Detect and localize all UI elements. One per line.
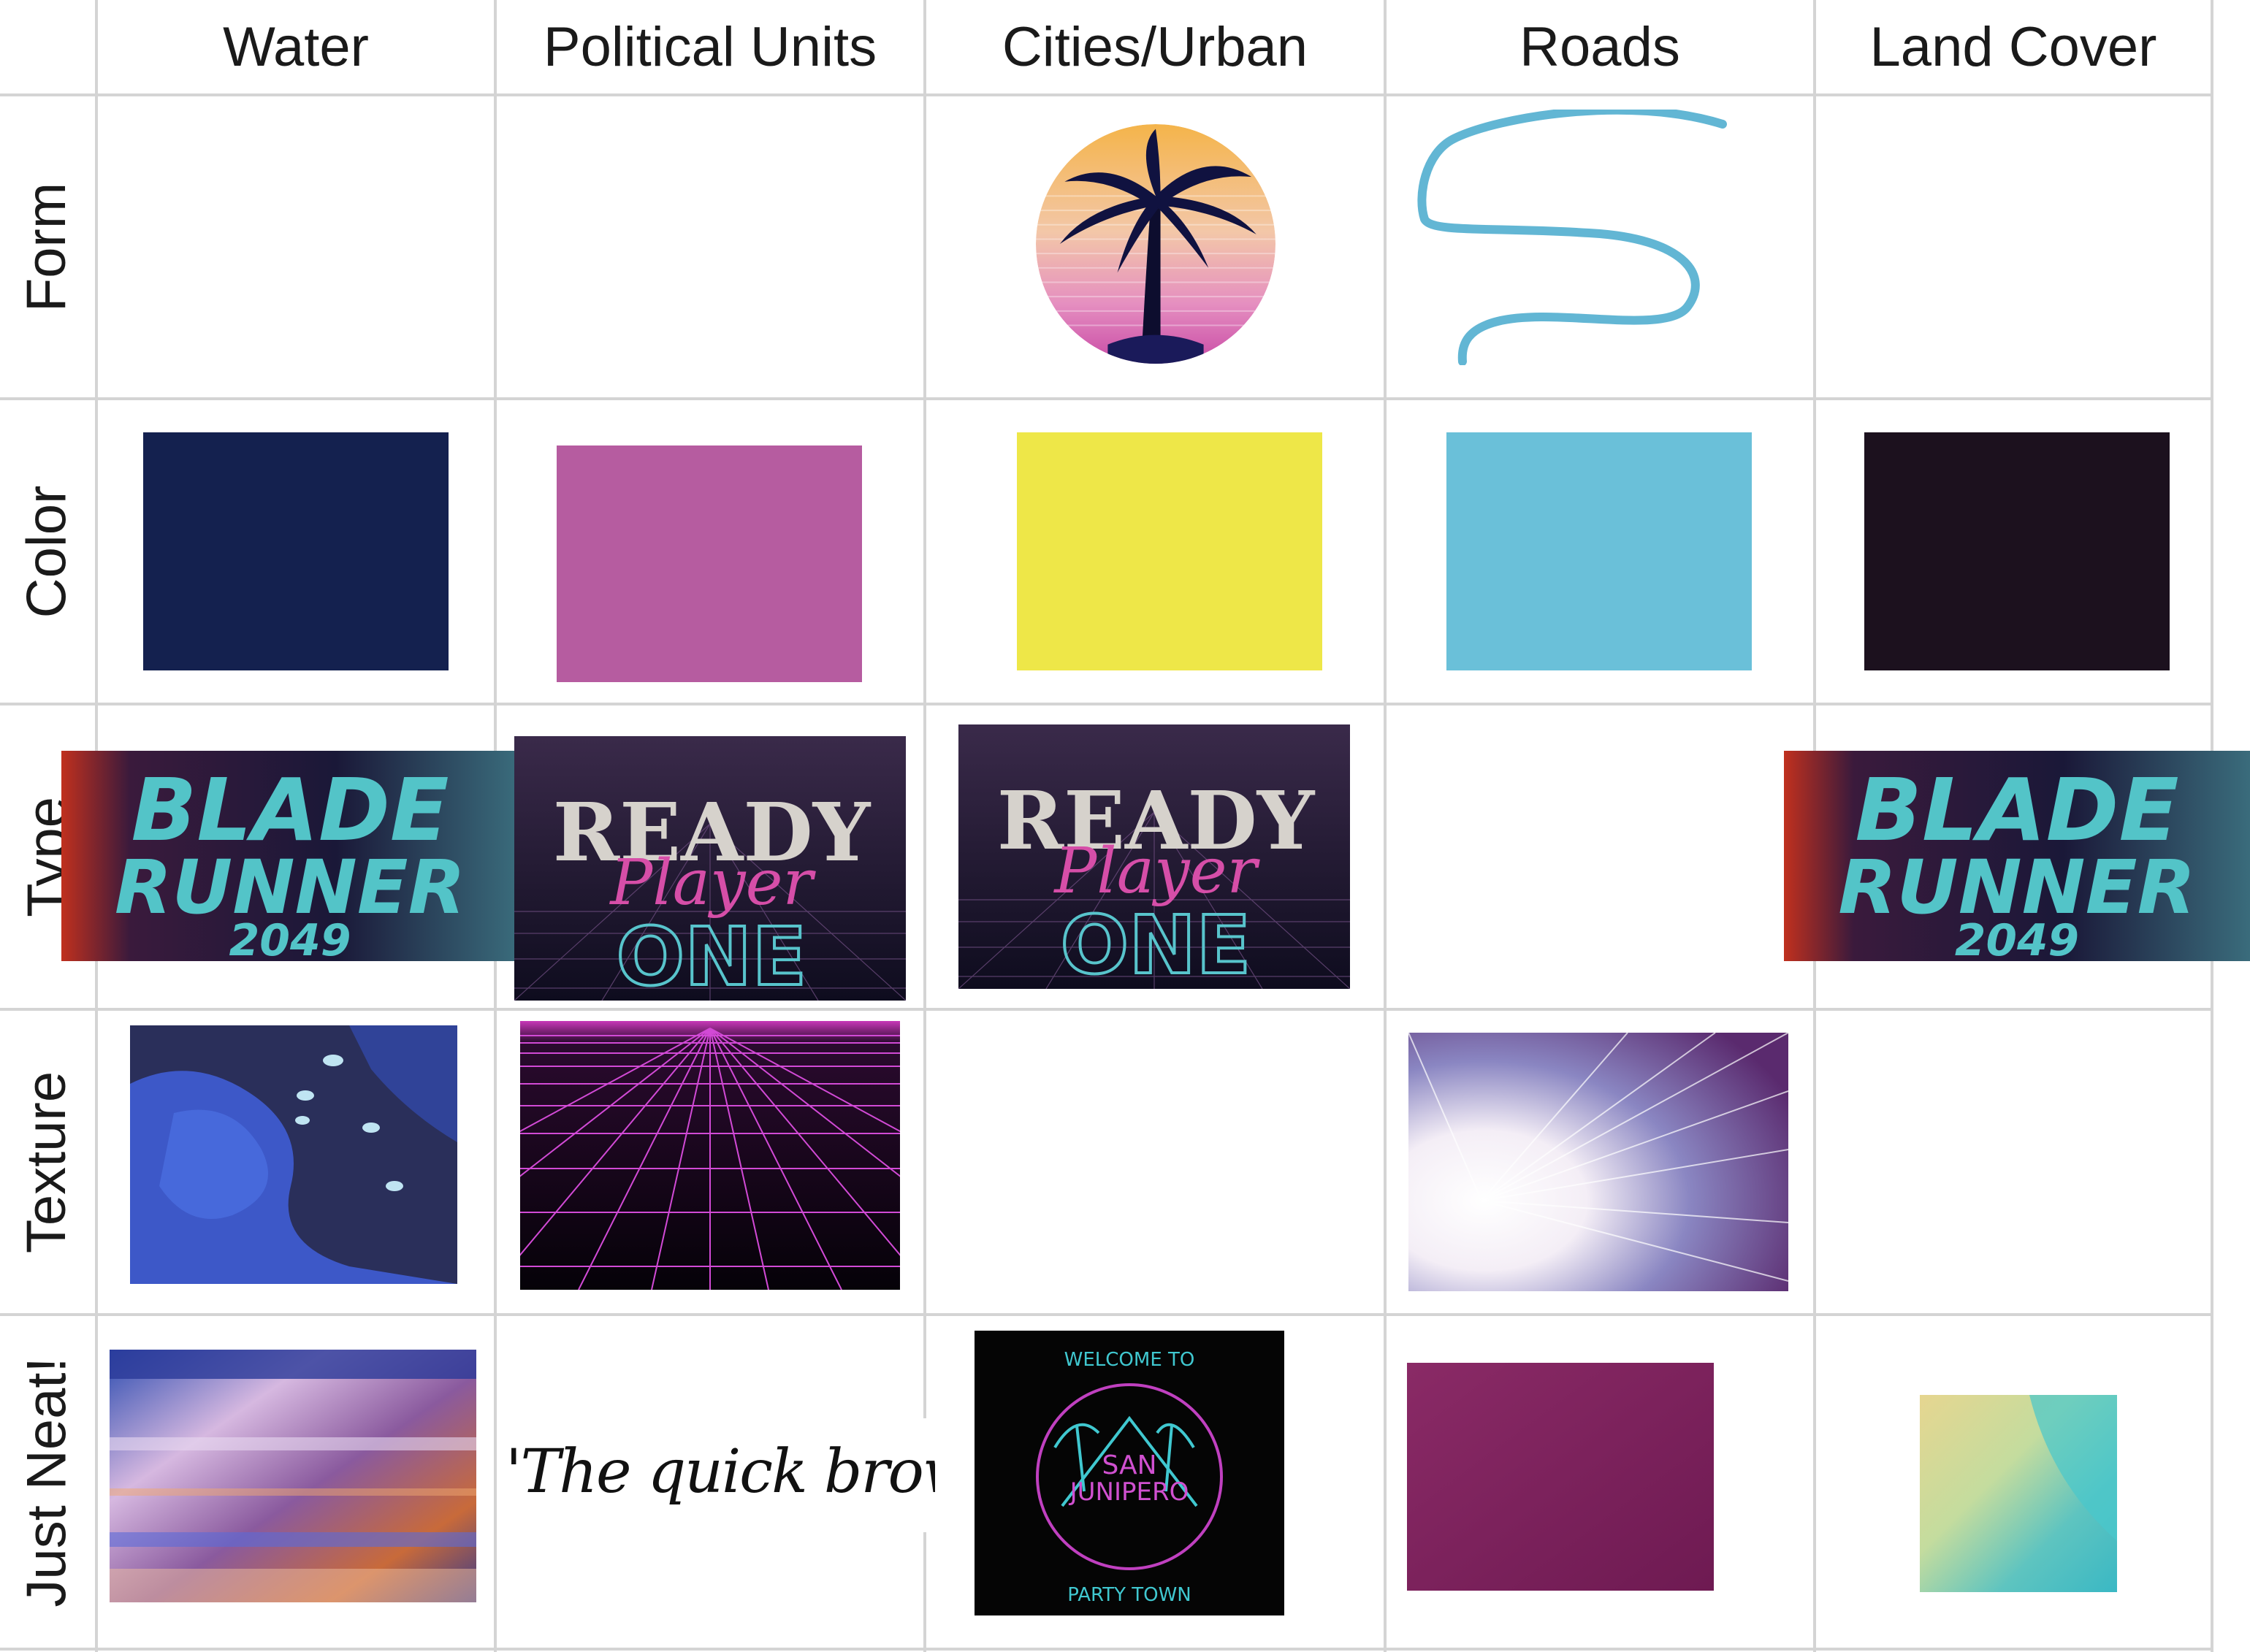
teal-gradient-sample: [1920, 1395, 2117, 1592]
ready-player-one-type-sample: READY Player ONE: [514, 736, 906, 1001]
ready-player-one-type-sample: READY Player ONE: [958, 724, 1350, 989]
row-label: Color: [15, 485, 78, 618]
row-label: Just Neat!: [15, 1356, 78, 1607]
color-swatch-cities-urban: [1017, 432, 1322, 670]
color-swatch-land-cover: [1864, 432, 2170, 670]
blade-runner-type-sample: BLADE RUNNER 2049: [61, 751, 519, 961]
row-label: Form: [15, 182, 78, 312]
grid-line: [0, 703, 2213, 705]
grid-line: [0, 1008, 2213, 1011]
row-header-texture: Texture: [0, 1011, 94, 1313]
blade-runner-line3: 2049: [229, 915, 351, 961]
row-header-just-neat: Just Neat!: [0, 1316, 94, 1648]
palm-tree-sunset-icon: [1036, 124, 1275, 364]
column-header-political-units: Political Units: [543, 15, 877, 78]
magenta-gradient-sample: [1407, 1363, 1714, 1591]
column-header-roads: Roads: [1519, 15, 1680, 78]
water-texture-sample: [130, 1025, 457, 1284]
sign-line2: JUNIPERO: [1069, 1477, 1189, 1507]
grid-line: [0, 1313, 2213, 1316]
grid-line: [0, 1648, 2213, 1651]
row-header-color: Color: [0, 400, 94, 703]
color-swatch-political-units: [557, 445, 862, 682]
grid-line: [0, 397, 2213, 400]
column-header-water: Water: [223, 15, 369, 78]
san-junipero-sign-sample: WELCOME TO SAN JUNIPERO PARTY TOWN: [975, 1331, 1284, 1615]
blade-runner-type-sample: BLADE RUNNER 2049: [1784, 751, 2250, 961]
quick-brown-fox-sample: 'The quick brown fox,: [497, 1418, 935, 1532]
grid-line: [0, 93, 2213, 96]
ready-player-line3: ONE: [1061, 898, 1251, 989]
row-label: Texture: [15, 1071, 78, 1253]
glitch-water-sample: [110, 1350, 476, 1602]
quick-brown-fox-text: 'The quick brown fox,: [506, 1437, 935, 1507]
grid-line: [1384, 0, 1387, 1652]
row-header-form: Form: [0, 96, 94, 397]
light-burst-texture-sample: [1408, 1033, 1788, 1291]
ready-player-line2: Player: [609, 846, 816, 919]
sign-line1: SAN: [1102, 1450, 1156, 1480]
color-swatch-roads: [1446, 432, 1752, 670]
blade-runner-line3: 2049: [1955, 916, 2079, 961]
sign-bottom-text: PARTY TOWN: [1067, 1584, 1191, 1606]
column-header-land-cover: Land Cover: [1869, 15, 2157, 78]
sign-top-text: WELCOME TO: [1064, 1349, 1195, 1371]
grid-line: [923, 0, 926, 1652]
grid-texture-sample: [520, 1021, 900, 1290]
color-swatch-water: [143, 432, 449, 670]
ready-player-line3: ONE: [617, 910, 807, 1001]
ready-player-line2: Player: [1053, 835, 1260, 908]
column-header-cities-urban: Cities/Urban: [1002, 15, 1308, 78]
squiggle-line-icon: [1410, 110, 1731, 365]
